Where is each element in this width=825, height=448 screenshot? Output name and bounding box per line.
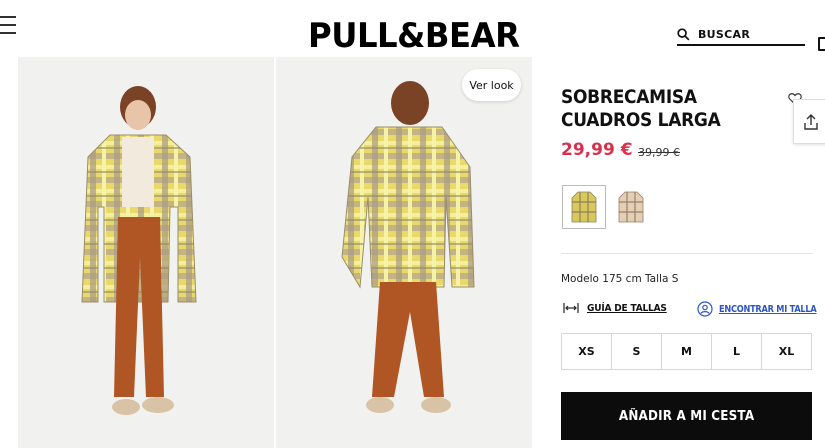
product-image-back[interactable] — [276, 57, 532, 448]
brand-logo[interactable]: PULL&BEAR — [308, 15, 520, 57]
size-guide-label: GUÍA DE TALLAS — [587, 302, 667, 314]
size-option-xs[interactable]: XS — [562, 334, 612, 369]
product-title-line2: CUADROS LARGA — [561, 110, 721, 131]
share-icon — [804, 113, 818, 130]
color-swatch-yellow-plaid[interactable] — [562, 185, 606, 229]
current-price: 29,99 € — [561, 140, 633, 160]
model-info: Modelo 175 cm Talla S — [561, 273, 679, 285]
model-back-illustration — [341, 81, 475, 413]
size-option-s[interactable]: S — [612, 334, 662, 369]
yellow-plaid-coat-thumbnail — [571, 191, 597, 223]
beige-plaid-coat-thumbnail — [618, 191, 644, 223]
shopping-bag-icon[interactable] — [818, 37, 825, 51]
search-icon — [677, 27, 690, 40]
product-title: SOBRECAMISA CUADROS LARGA — [561, 86, 745, 132]
product-image-front[interactable] — [18, 57, 274, 448]
search-label: BUSCAR — [698, 27, 751, 41]
size-option-l[interactable]: L — [712, 334, 762, 369]
color-swatch-beige-plaid[interactable] — [609, 185, 653, 229]
add-to-cart-button[interactable]: AÑADIR A MI CESTA — [561, 392, 812, 440]
original-price: 39,99 € — [638, 146, 680, 159]
size-option-m[interactable]: M — [662, 334, 712, 369]
find-my-size-link[interactable]: ENCONTRAR MI TALLA — [697, 301, 825, 317]
ver-look-button[interactable]: Ver look — [462, 69, 521, 101]
hamburger-menu-icon[interactable] — [0, 16, 16, 36]
find-my-size-label: ENCONTRAR MI TALLA — [719, 303, 817, 315]
size-selector: XS S M L XL — [561, 333, 812, 370]
add-to-cart-label: AÑADIR A MI CESTA — [618, 408, 755, 424]
share-button[interactable] — [793, 99, 825, 144]
section-divider — [561, 253, 813, 254]
size-guide-link[interactable]: GUÍA DE TALLAS — [563, 302, 676, 314]
ruler-icon — [563, 303, 579, 313]
size-option-xl[interactable]: XL — [762, 334, 811, 369]
model-front-illustration — [81, 86, 197, 415]
product-title-line1: SOBRECAMISA — [561, 87, 697, 108]
user-circle-icon — [697, 301, 713, 317]
search-input[interactable]: BUSCAR — [677, 24, 805, 46]
